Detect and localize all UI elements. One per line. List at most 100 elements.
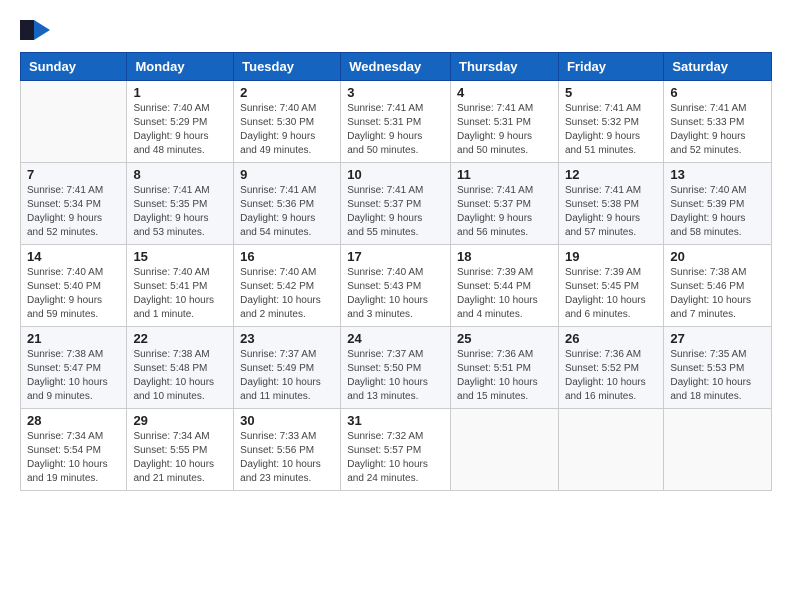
calendar-cell: 7Sunrise: 7:41 AM Sunset: 5:34 PM Daylig… (21, 163, 127, 245)
day-number: 14 (27, 249, 120, 264)
day-info: Sunrise: 7:38 AM Sunset: 5:47 PM Dayligh… (27, 348, 120, 404)
calendar-cell: 22 Sunrise: 7:38 AM Sunset: 5:48 PM Dayli… (127, 327, 234, 409)
day-info: Sunrise: 7:37 AM Sunset: 5:50 PM Dayligh… (347, 348, 444, 404)
weekday-header: Friday (558, 53, 663, 81)
day-info: Sunrise: 7:40 AM Sunset: 5:29 PM Dayligh… (133, 102, 227, 158)
calendar-cell: 2 Sunrise: 7:40 AM Sunset: 5:30 PM Daylig… (234, 81, 341, 163)
calendar-cell: 4 Sunrise: 7:41 AM Sunset: 5:31 PM Daylig… (451, 81, 559, 163)
day-info: Sunrise: 7:36 AM Sunset: 5:52 PM Dayligh… (565, 348, 657, 404)
calendar-cell (21, 81, 127, 163)
calendar-cell: 21 Sunrise: 7:38 AM Sunset: 5:47 PM Dayli… (21, 327, 127, 409)
day-number: 22 (133, 331, 227, 346)
calendar-cell: 6 Sunrise: 7:41 AM Sunset: 5:33 PM Daylig… (664, 81, 772, 163)
logo (20, 20, 50, 42)
day-info: Sunrise: 7:38 AM Sunset: 5:46 PM Dayligh… (670, 266, 765, 322)
day-number: 19 (565, 249, 657, 264)
day-info: Sunrise: 7:40 AM Sunset: 5:30 PM Dayligh… (240, 102, 334, 158)
day-info: Sunrise: 7:41 AM Sunset: 5:37 PM Dayligh… (457, 184, 552, 240)
day-info: Sunrise: 7:36 AM Sunset: 5:51 PM Dayligh… (457, 348, 552, 404)
calendar-cell: 26 Sunrise: 7:36 AM Sunset: 5:52 PM Dayli… (558, 327, 663, 409)
day-info: Sunrise: 7:35 AM Sunset: 5:53 PM Dayligh… (670, 348, 765, 404)
day-number: 16 (240, 249, 334, 264)
page-header (20, 20, 772, 42)
calendar-cell: 11 Sunrise: 7:41 AM Sunset: 5:37 PM Dayli… (451, 163, 559, 245)
logo-icon (20, 20, 50, 40)
day-number: 2 (240, 85, 334, 100)
calendar-cell: 18 Sunrise: 7:39 AM Sunset: 5:44 PM Dayli… (451, 245, 559, 327)
day-info: Sunrise: 7:40 AM Sunset: 5:39 PM Dayligh… (670, 184, 765, 240)
calendar-cell: 3Sunrise: 7:41 AM Sunset: 5:31 PM Daylig… (341, 81, 451, 163)
calendar-cell: 10 Sunrise: 7:41 AM Sunset: 5:37 PM Dayli… (341, 163, 451, 245)
weekday-header: Wednesday (341, 53, 451, 81)
day-number: 1 (133, 85, 227, 100)
day-number: 11 (457, 167, 552, 182)
day-number: 30 (240, 413, 334, 428)
day-number: 21 (27, 331, 120, 346)
day-number: 9 (240, 167, 334, 182)
day-info: Sunrise: 7:34 AM Sunset: 5:55 PM Dayligh… (133, 430, 227, 486)
day-number: 26 (565, 331, 657, 346)
day-number: 6 (670, 85, 765, 100)
day-info: Sunrise: 7:38 AM Sunset: 5:48 PM Dayligh… (133, 348, 227, 404)
calendar-cell: 9 Sunrise: 7:41 AM Sunset: 5:36 PM Daylig… (234, 163, 341, 245)
calendar-cell: 31 Sunrise: 7:32 AM Sunset: 5:57 PM Dayli… (341, 409, 451, 491)
calendar-cell: 25 Sunrise: 7:36 AM Sunset: 5:51 PM Dayli… (451, 327, 559, 409)
day-info: Sunrise: 7:40 AM Sunset: 5:41 PM Dayligh… (133, 266, 227, 322)
day-info: Sunrise: 7:41 AM Sunset: 5:32 PM Dayligh… (565, 102, 657, 158)
calendar-cell (664, 409, 772, 491)
day-number: 18 (457, 249, 552, 264)
day-number: 27 (670, 331, 765, 346)
day-number: 10 (347, 167, 444, 182)
calendar-cell: 5 Sunrise: 7:41 AM Sunset: 5:32 PM Daylig… (558, 81, 663, 163)
calendar-cell: 19 Sunrise: 7:39 AM Sunset: 5:45 PM Dayli… (558, 245, 663, 327)
calendar-cell: 15 Sunrise: 7:40 AM Sunset: 5:41 PM Dayli… (127, 245, 234, 327)
day-info: Sunrise: 7:41 AM Sunset: 5:36 PM Dayligh… (240, 184, 334, 240)
calendar-cell: 17 Sunrise: 7:40 AM Sunset: 5:43 PM Dayli… (341, 245, 451, 327)
day-number: 25 (457, 331, 552, 346)
day-number: 31 (347, 413, 444, 428)
day-info: Sunrise: 7:41 AM Sunset: 5:33 PM Dayligh… (670, 102, 765, 158)
calendar-cell: 23Sunrise: 7:37 AM Sunset: 5:49 PM Dayli… (234, 327, 341, 409)
calendar-cell: 16 Sunrise: 7:40 AM Sunset: 5:42 PM Dayli… (234, 245, 341, 327)
calendar-week-row: 21 Sunrise: 7:38 AM Sunset: 5:47 PM Dayli… (21, 327, 772, 409)
calendar-week-row: 7Sunrise: 7:41 AM Sunset: 5:34 PM Daylig… (21, 163, 772, 245)
day-number: 15 (133, 249, 227, 264)
weekday-header: Monday (127, 53, 234, 81)
calendar-cell: 29Sunrise: 7:34 AM Sunset: 5:55 PM Dayli… (127, 409, 234, 491)
day-info: Sunrise: 7:40 AM Sunset: 5:42 PM Dayligh… (240, 266, 334, 322)
calendar-cell: 8 Sunrise: 7:41 AM Sunset: 5:35 PM Daylig… (127, 163, 234, 245)
day-info: Sunrise: 7:39 AM Sunset: 5:44 PM Dayligh… (457, 266, 552, 322)
calendar-cell: 14Sunrise: 7:40 AM Sunset: 5:40 PM Dayli… (21, 245, 127, 327)
day-number: 17 (347, 249, 444, 264)
calendar-cell: 20 Sunrise: 7:38 AM Sunset: 5:46 PM Dayli… (664, 245, 772, 327)
day-info: Sunrise: 7:37 AM Sunset: 5:49 PM Dayligh… (240, 348, 334, 404)
day-number: 3 (347, 85, 444, 100)
day-number: 4 (457, 85, 552, 100)
calendar-cell: 27 Sunrise: 7:35 AM Sunset: 5:53 PM Dayli… (664, 327, 772, 409)
calendar-header-row: SundayMondayTuesdayWednesdayThursdayFrid… (21, 53, 772, 81)
calendar-cell: 30Sunrise: 7:33 AM Sunset: 5:56 PM Dayli… (234, 409, 341, 491)
weekday-header: Thursday (451, 53, 559, 81)
weekday-header: Saturday (664, 53, 772, 81)
day-info: Sunrise: 7:39 AM Sunset: 5:45 PM Dayligh… (565, 266, 657, 322)
calendar-cell: 1 Sunrise: 7:40 AM Sunset: 5:29 PM Daylig… (127, 81, 234, 163)
day-number: 12 (565, 167, 657, 182)
day-info: Sunrise: 7:40 AM Sunset: 5:43 PM Dayligh… (347, 266, 444, 322)
day-number: 8 (133, 167, 227, 182)
calendar-table: SundayMondayTuesdayWednesdayThursdayFrid… (20, 52, 772, 491)
day-info: Sunrise: 7:41 AM Sunset: 5:35 PM Dayligh… (133, 184, 227, 240)
calendar-cell: 24 Sunrise: 7:37 AM Sunset: 5:50 PM Dayli… (341, 327, 451, 409)
day-number: 5 (565, 85, 657, 100)
calendar-body: 1 Sunrise: 7:40 AM Sunset: 5:29 PM Daylig… (21, 81, 772, 491)
day-info: Sunrise: 7:32 AM Sunset: 5:57 PM Dayligh… (347, 430, 444, 486)
calendar-cell (558, 409, 663, 491)
calendar-week-row: 14Sunrise: 7:40 AM Sunset: 5:40 PM Dayli… (21, 245, 772, 327)
day-info: Sunrise: 7:41 AM Sunset: 5:31 PM Dayligh… (457, 102, 552, 158)
day-number: 20 (670, 249, 765, 264)
day-info: Sunrise: 7:41 AM Sunset: 5:37 PM Dayligh… (347, 184, 444, 240)
calendar-cell (451, 409, 559, 491)
day-number: 24 (347, 331, 444, 346)
weekday-header: Tuesday (234, 53, 341, 81)
day-info: Sunrise: 7:41 AM Sunset: 5:38 PM Dayligh… (565, 184, 657, 240)
calendar-cell: 13Sunrise: 7:40 AM Sunset: 5:39 PM Dayli… (664, 163, 772, 245)
